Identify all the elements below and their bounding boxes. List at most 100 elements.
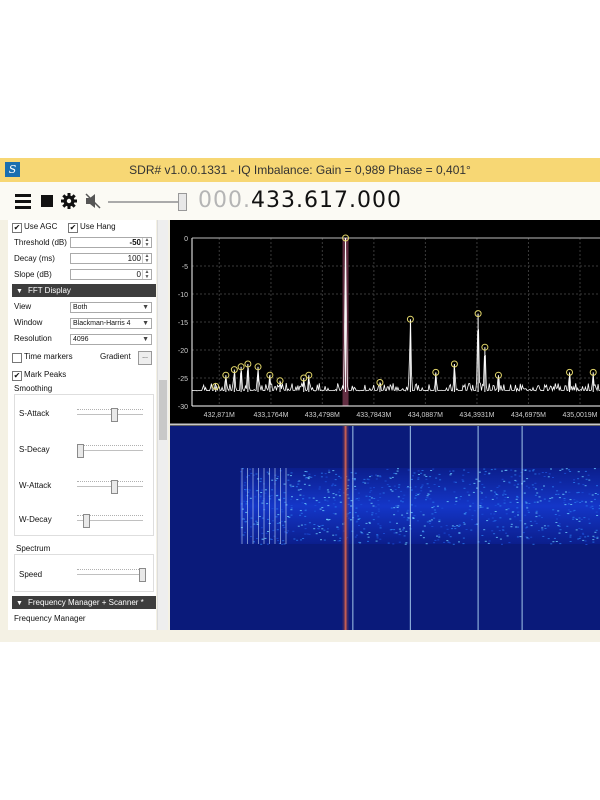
use-agc-label: Use AGC bbox=[24, 222, 58, 231]
mute-speaker-icon[interactable] bbox=[84, 192, 102, 210]
waterfall-pixel bbox=[516, 507, 519, 509]
use-agc-row[interactable]: ✔ Use AGC bbox=[12, 220, 72, 234]
waterfall-pixel bbox=[334, 513, 337, 515]
title-bar[interactable]: S SDR# v1.0.0.1331 - IQ Imbalance: Gain … bbox=[0, 158, 600, 183]
waterfall-pixel bbox=[367, 482, 370, 484]
waterfall-pixel bbox=[259, 495, 262, 497]
waterfall-pixel bbox=[302, 538, 305, 539]
threshold-input[interactable]: -50 ▲ ▼ bbox=[70, 237, 152, 248]
waterfall-pixel bbox=[290, 475, 292, 477]
waterfall-pixel bbox=[291, 496, 293, 498]
waterfall-pixel bbox=[501, 543, 503, 545]
slope-stepper[interactable]: ▲ ▼ bbox=[142, 270, 151, 280]
spectrum-analyzer[interactable]: 0 -5 -10 -15 -20 -25 -30 432,871M 433,1764M 433,4… bbox=[170, 220, 600, 630]
waterfall-pixel bbox=[358, 497, 360, 499]
waterfall-pixel bbox=[438, 486, 441, 487]
waterfall-pixel bbox=[490, 490, 493, 492]
mark-peaks-row[interactable]: ✔ Mark Peaks bbox=[12, 368, 82, 382]
waterfall-pixel bbox=[524, 470, 527, 471]
waterfall-pixel bbox=[584, 536, 587, 538]
audio-gain-slider[interactable] bbox=[108, 201, 183, 203]
waterfall-pixel bbox=[536, 492, 539, 494]
waterfall-pixel bbox=[470, 529, 473, 531]
waterfall-pixel bbox=[575, 518, 578, 520]
waterfall-pixel bbox=[296, 499, 299, 501]
waterfall-pixel bbox=[592, 541, 595, 543]
waterfall-pixel bbox=[446, 501, 449, 503]
decay-input[interactable]: 100 ▲ ▼ bbox=[70, 253, 152, 264]
waterfall-pixel bbox=[527, 538, 530, 540]
s-decay-slider-knob[interactable] bbox=[77, 444, 84, 458]
waterfall-pixel bbox=[471, 515, 474, 517]
w-attack-slider-knob[interactable] bbox=[111, 480, 119, 494]
use-hang-checkbox[interactable]: ✔ bbox=[68, 223, 78, 233]
waterfall-pixel bbox=[355, 507, 358, 509]
gradient-button[interactable]: ... bbox=[138, 351, 152, 365]
waterfall-pixel bbox=[261, 538, 264, 540]
waterfall-pixel bbox=[264, 537, 267, 539]
waterfall-pixel bbox=[501, 478, 504, 480]
stop-icon[interactable] bbox=[38, 192, 56, 210]
waterfall-pixel bbox=[255, 473, 258, 475]
waterfall-pixel bbox=[569, 536, 572, 538]
waterfall-pixel bbox=[370, 502, 373, 504]
decay-stepper[interactable]: ▲ ▼ bbox=[142, 254, 151, 264]
waterfall-pixel bbox=[377, 504, 380, 506]
waterfall-pixel bbox=[419, 511, 422, 513]
use-agc-checkbox[interactable]: ✔ bbox=[12, 223, 22, 233]
waterfall-pixel bbox=[523, 480, 526, 482]
waterfall-pixel bbox=[547, 525, 550, 527]
waterfall-pixel bbox=[402, 498, 405, 500]
waterfall-pixel bbox=[437, 539, 440, 541]
waterfall-pixel bbox=[282, 540, 285, 542]
frequency-display[interactable]: 000.433.617.000 bbox=[198, 188, 402, 213]
waterfall-pixel bbox=[370, 497, 373, 499]
waterfall-pixel bbox=[573, 479, 576, 481]
waterfall-pixel bbox=[577, 491, 580, 493]
speed-slider[interactable] bbox=[77, 574, 143, 575]
fft-display-section-header[interactable]: ▼ FFT Display bbox=[12, 284, 156, 297]
waterfall-pixel bbox=[326, 489, 329, 491]
y-tick-label: -20 bbox=[178, 348, 188, 355]
mark-peaks-checkbox[interactable]: ✔ bbox=[12, 371, 22, 381]
menu-icon[interactable] bbox=[14, 192, 32, 210]
waterfall-pixel bbox=[507, 508, 510, 510]
audio-gain-slider-knob[interactable] bbox=[178, 193, 188, 211]
waterfall-pixel bbox=[588, 479, 591, 481]
y-tick-label: -5 bbox=[182, 264, 188, 271]
s-decay-slider[interactable] bbox=[77, 450, 143, 451]
waterfall-pixel bbox=[580, 528, 583, 530]
waterfall-pixel bbox=[312, 497, 315, 499]
w-attack-slider[interactable] bbox=[77, 486, 143, 487]
use-hang-row[interactable]: ✔ Use Hang bbox=[68, 220, 138, 234]
settings-gear-icon[interactable] bbox=[60, 192, 78, 210]
time-markers-checkbox[interactable] bbox=[12, 353, 22, 363]
waterfall-pixel bbox=[451, 525, 454, 527]
time-markers-row[interactable]: Time markers bbox=[12, 350, 82, 364]
spectrum-chart[interactable]: 0 -5 -10 -15 -20 -25 -30 432,871M 433,1764M 433,4… bbox=[170, 220, 600, 630]
waterfall-pixel bbox=[526, 478, 529, 480]
waterfall-pixel bbox=[528, 470, 531, 472]
s-attack-slider[interactable] bbox=[77, 414, 143, 415]
threshold-stepper[interactable]: ▲ ▼ bbox=[142, 238, 151, 248]
control-panel-scrollbar[interactable] bbox=[157, 220, 168, 630]
scrollbar-thumb[interactable] bbox=[159, 380, 167, 440]
window-select[interactable]: Blackman-Harris 4 ▼ bbox=[70, 318, 152, 329]
waterfall-pixel bbox=[496, 526, 499, 528]
waterfall-pixel bbox=[260, 492, 263, 493]
resolution-select[interactable]: 4096 ▼ bbox=[70, 334, 152, 345]
s-attack-slider-knob[interactable] bbox=[111, 408, 119, 422]
waterfall-pixel bbox=[468, 483, 471, 485]
speed-slider-knob[interactable] bbox=[139, 568, 146, 582]
waterfall-pixel bbox=[395, 532, 398, 534]
use-hang-label: Use Hang bbox=[80, 222, 116, 231]
waterfall-pixel bbox=[300, 539, 302, 541]
waterfall-pixel bbox=[439, 479, 442, 481]
w-decay-slider-knob[interactable] bbox=[83, 514, 91, 528]
waterfall-pixel bbox=[365, 522, 368, 524]
slope-input[interactable]: 0 ▲ ▼ bbox=[70, 269, 152, 280]
view-select[interactable]: Both ▼ bbox=[70, 302, 152, 313]
waterfall-pixel bbox=[579, 536, 582, 538]
frequency-manager-section-header[interactable]: ▼ Frequency Manager + Scanner * bbox=[12, 596, 156, 609]
waterfall-pixel bbox=[511, 511, 514, 513]
